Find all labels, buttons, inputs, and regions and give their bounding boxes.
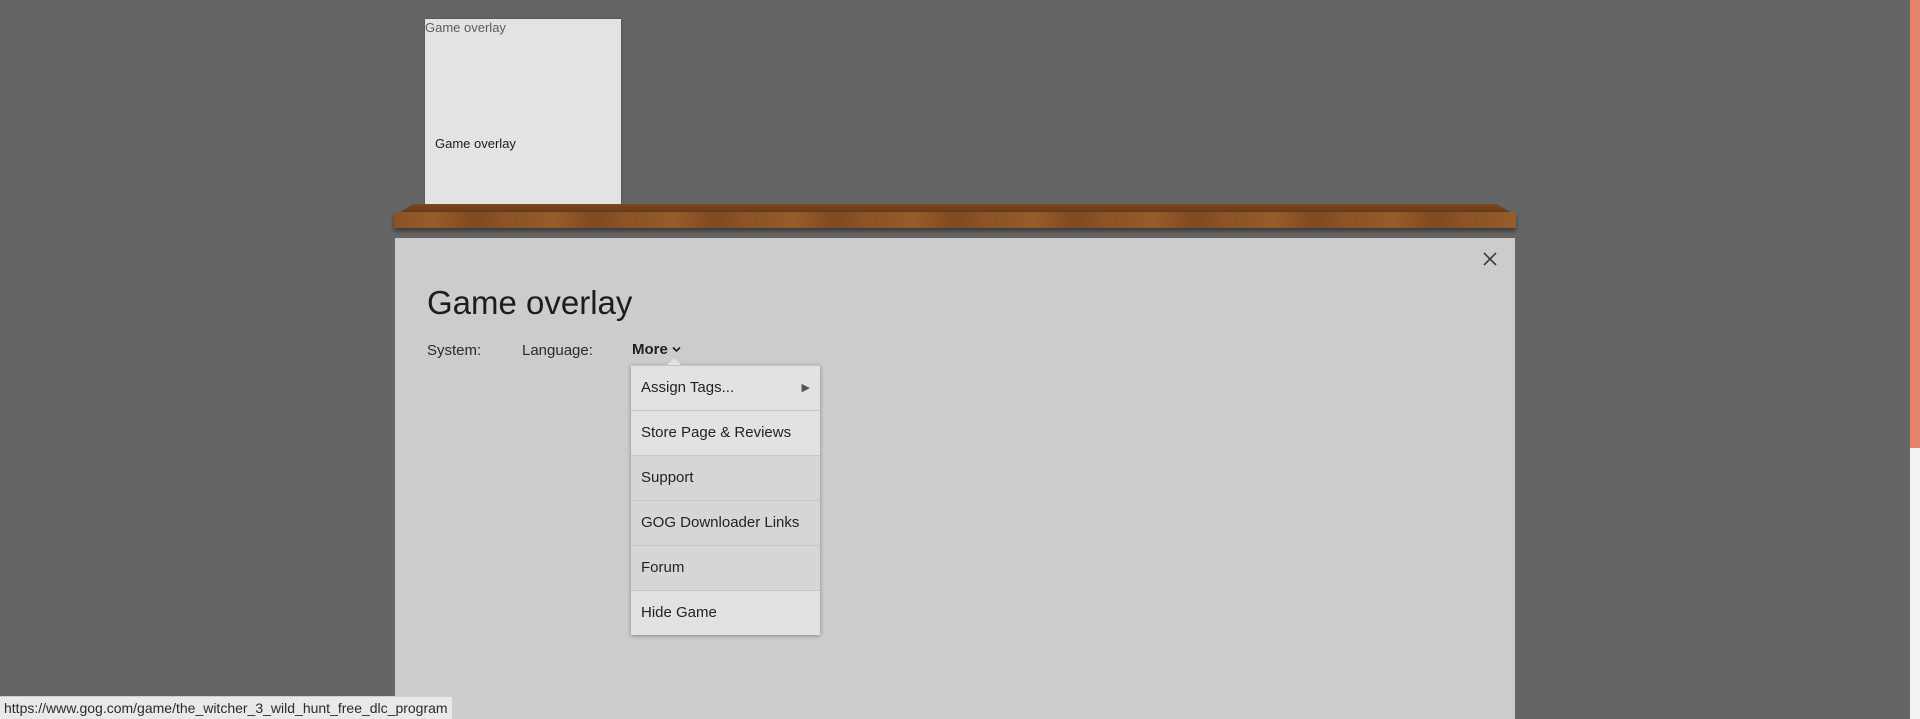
more-button-label: More <box>632 341 668 358</box>
game-tile-title: Game overlay <box>435 136 516 151</box>
more-dropdown-menu: Assign Tags... ▶ Store Page & Reviews Su… <box>631 358 820 635</box>
chevron-down-icon <box>672 346 681 353</box>
wooden-shelf <box>394 204 1516 228</box>
close-icon[interactable] <box>1479 248 1501 270</box>
menu-item-gog-downloader-links[interactable]: GOG Downloader Links <box>631 500 820 545</box>
page-scrollbar[interactable] <box>1910 0 1920 719</box>
menu-item-assign-tags[interactable]: Assign Tags... ▶ <box>631 365 820 410</box>
status-bar-url: https://www.gog.com/game/the_witcher_3_w… <box>0 696 453 719</box>
scrollbar-thumb[interactable] <box>1910 448 1920 719</box>
shelf-front <box>394 212 1516 228</box>
game-details-panel: Game overlay System: Language: More Assi… <box>395 238 1515 719</box>
library-view: Game overlay Game overlay Game overlay S… <box>0 0 1920 719</box>
submenu-arrow-icon: ▶ <box>801 382 810 394</box>
menu-item-label: Store Page & Reviews <box>641 424 792 441</box>
menu-item-label: GOG Downloader Links <box>641 514 800 531</box>
system-label: System: <box>427 342 482 359</box>
menu-item-hide-game[interactable]: Hide Game <box>631 590 820 635</box>
menu-item-support[interactable]: Support <box>631 455 820 500</box>
language-label: Language: <box>522 342 593 359</box>
game-tile-image-alt: Game overlay <box>425 20 506 35</box>
game-tile[interactable]: Game overlay Game overlay <box>425 19 621 208</box>
menu-item-label: Forum <box>641 559 685 576</box>
more-dropdown-button[interactable]: More <box>632 341 681 358</box>
menu-item-store-page[interactable]: Store Page & Reviews <box>631 410 820 455</box>
page-title: Game overlay <box>427 284 633 321</box>
menu-item-label: Support <box>641 469 694 486</box>
menu-item-label: Assign Tags... <box>641 379 735 396</box>
menu-item-label: Hide Game <box>641 604 717 621</box>
menu-item-forum[interactable]: Forum <box>631 545 820 590</box>
shelf-top <box>400 204 1510 212</box>
menu-caret <box>667 358 681 365</box>
